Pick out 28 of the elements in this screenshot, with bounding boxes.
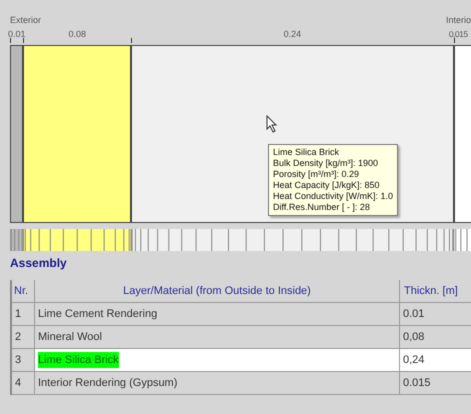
column-header: Nr. — [12, 280, 35, 302]
scale-label: 0.08 — [68, 30, 86, 38]
table-cell[interactable]: Lime Silica Brick — [38, 352, 119, 368]
exterior-label: Exterior — [10, 16, 42, 25]
column-header: Layer/Material (from Outside to Inside) — [35, 280, 400, 302]
tooltip-line: Diff.Res.Number [ - ]: 28 — [273, 202, 371, 213]
column-header: Thickn. [m] — [403, 284, 459, 299]
table-cell: 2 — [12, 326, 35, 348]
tooltip-line: Bulk Density [kg/m³]: 1900 — [273, 158, 380, 169]
table-cell-text: 0,08 — [402, 330, 426, 345]
table-cell[interactable]: Interior Rendering (Gypsum) — [38, 374, 178, 392]
tooltip-line: Heat Conductivity [W/mK]: 1.0 — [273, 191, 394, 202]
table-cell[interactable]: Mineral Wool — [38, 328, 102, 346]
tooltip-line: Heat Capacity [J/kgK]: 850 — [273, 180, 381, 191]
scale-label: 0.01 — [8, 30, 26, 38]
table-cell: 4 — [12, 372, 35, 394]
tooltip-line: Porosity [m³/m³]: 0.29 — [273, 169, 360, 180]
table-cell[interactable]: Lime Cement Rendering — [38, 306, 158, 322]
table-cell: 0,24 — [400, 349, 471, 371]
scale-label: 0.24 — [284, 30, 302, 38]
table-cell-text: 0.015 — [402, 376, 432, 391]
interior-label: Interio — [446, 16, 471, 25]
section-title: Assembly — [10, 256, 68, 270]
table-cell-text: 0.01 — [402, 306, 426, 322]
scale-label: 0,015 — [448, 30, 468, 38]
table-cell: 1 — [12, 303, 35, 325]
tooltip-line: Lime Silica Brick — [273, 147, 340, 158]
cursor-icon — [266, 115, 278, 133]
